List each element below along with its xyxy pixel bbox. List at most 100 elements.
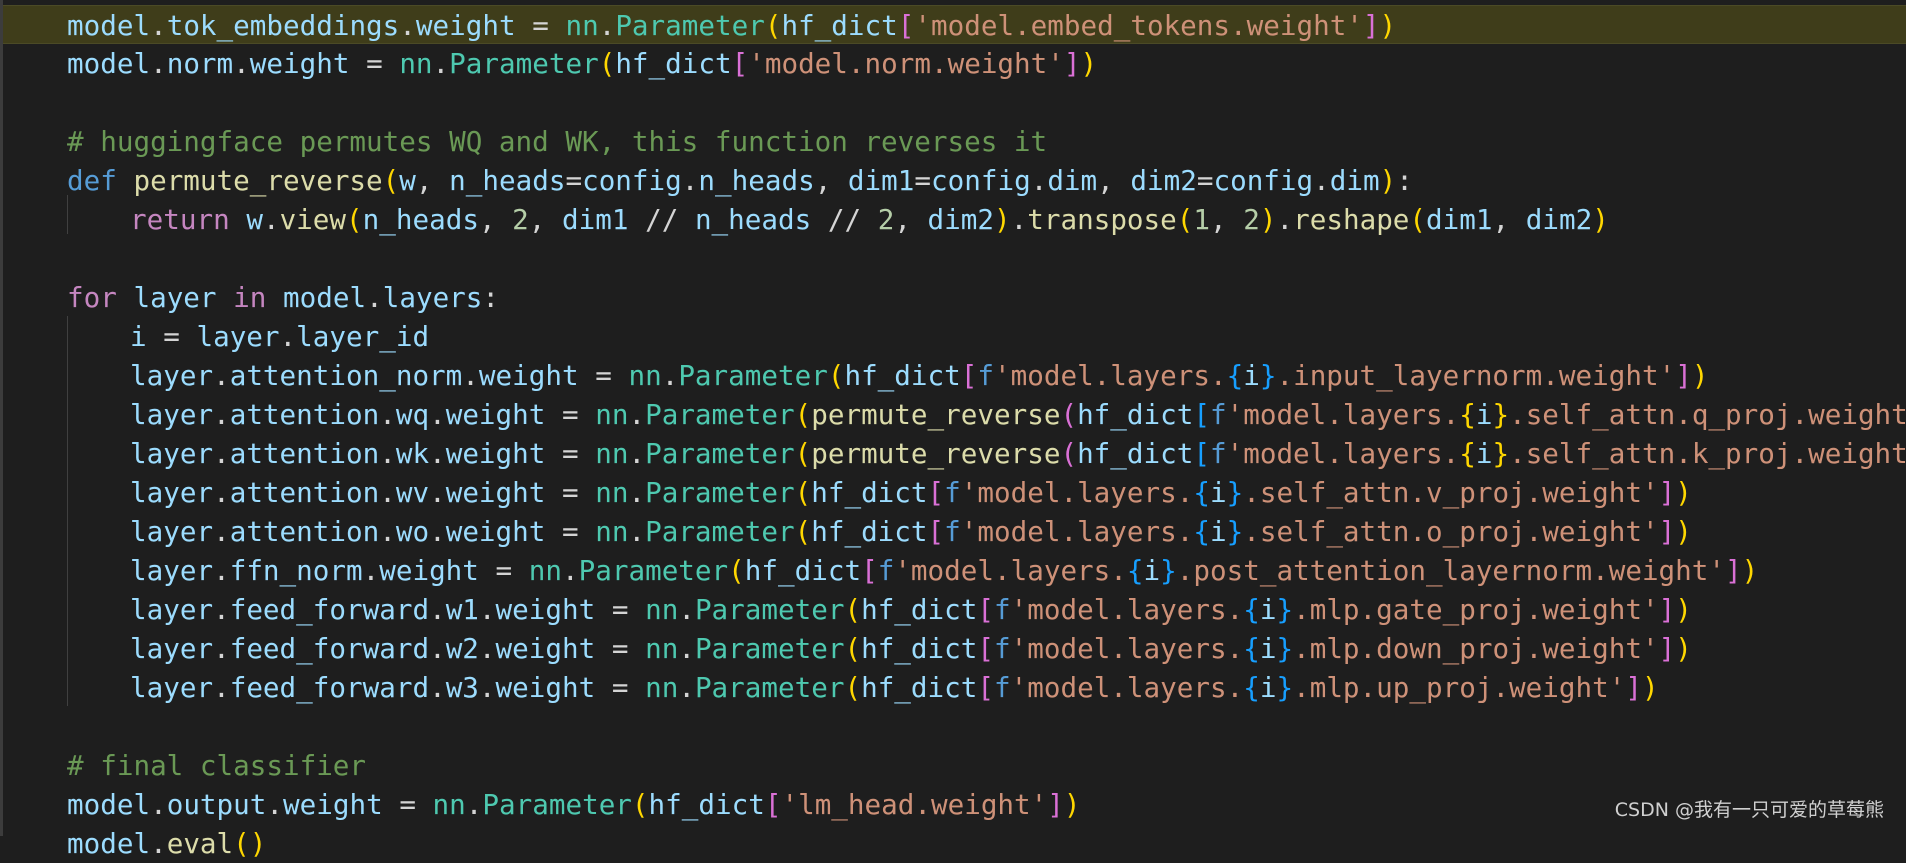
code-token: . <box>379 437 396 470</box>
code-token: = <box>382 788 433 821</box>
code-token: attention <box>229 437 380 470</box>
code-token: wq <box>395 398 430 431</box>
code-line[interactable]: model.norm.weight = nn.Parameter(hf_dict… <box>3 44 1906 83</box>
code-token: in <box>233 281 267 314</box>
code-token: , <box>1210 203 1244 236</box>
code-token: permute_reverse <box>133 164 383 197</box>
code-line[interactable]: i = layer.layer_id <box>3 317 1906 356</box>
code-token: = <box>595 632 646 665</box>
code-token: .input_layernorm.weight' <box>1276 359 1676 392</box>
code-token: . <box>465 788 483 821</box>
code-token: . <box>628 437 646 470</box>
code-line[interactable]: layer.attention.wk.weight = nn.Parameter… <box>3 434 1906 473</box>
code-token: Parameter <box>615 9 765 42</box>
code-token: ( <box>1176 203 1194 236</box>
code-token: . <box>213 476 230 509</box>
code-token: dim1 <box>1426 203 1493 236</box>
code-token: attention <box>229 515 380 548</box>
code-token: { <box>1243 671 1260 704</box>
code-token: 'lm_head.weight' <box>781 788 1048 821</box>
code-token: ( <box>346 203 363 236</box>
code-token: f <box>994 632 1011 665</box>
code-line[interactable] <box>3 707 1906 746</box>
code-token: } <box>1226 515 1244 548</box>
code-editor[interactable]: model.tok_embeddings.weight = nn.Paramet… <box>0 0 1906 860</box>
code-token: nn <box>595 476 629 509</box>
code-token: [ <box>977 632 994 665</box>
code-line[interactable]: layer.ffn_norm.weight = nn.Parameter(hf_… <box>3 551 1906 590</box>
code-line[interactable]: # final classifier <box>3 746 1906 785</box>
code-token: f <box>944 476 961 509</box>
code-line[interactable]: layer.attention.wv.weight = nn.Parameter… <box>3 473 1906 512</box>
code-token: view <box>279 203 347 236</box>
code-token: model <box>67 47 151 80</box>
code-token: hf_dict <box>781 9 898 42</box>
code-token: ( <box>1409 203 1427 236</box>
code-token: . <box>150 827 167 860</box>
code-token: ) <box>1641 671 1659 704</box>
code-token: Parameter <box>482 788 632 821</box>
code-line[interactable]: layer.attention.wo.weight = nn.Parameter… <box>3 512 1906 551</box>
code-token: { <box>1226 359 1244 392</box>
code-token: . <box>628 476 646 509</box>
code-token: ( <box>382 164 400 197</box>
code-token: ( <box>728 554 745 587</box>
code-line[interactable]: # huggingface permutes WQ and WK, this f… <box>3 122 1906 161</box>
code-text: i = layer.layer_id <box>130 317 429 356</box>
code-text: layer.feed_forward.w2.weight = nn.Parame… <box>130 629 1692 668</box>
code-token: // <box>811 203 878 236</box>
code-token: ) <box>1675 593 1692 626</box>
code-token: = <box>578 359 629 392</box>
code-token: 2 <box>877 203 895 236</box>
code-token: . <box>233 47 250 80</box>
code-token: . <box>628 398 646 431</box>
code-token: . <box>429 398 446 431</box>
code-line[interactable]: for layer in model.layers: <box>3 278 1906 317</box>
code-token: ] <box>1658 515 1676 548</box>
code-line[interactable]: layer.feed_forward.w1.weight = nn.Parame… <box>3 590 1906 629</box>
code-line[interactable]: layer.feed_forward.w2.weight = nn.Parame… <box>3 629 1906 668</box>
code-token: n_heads <box>694 203 812 236</box>
code-token: } <box>1276 593 1294 626</box>
code-token: . <box>362 554 380 587</box>
code-token: , <box>894 203 928 236</box>
code-token: . <box>429 476 446 509</box>
code-token: . <box>379 476 396 509</box>
code-token: ) <box>1691 359 1709 392</box>
code-line[interactable]: model.eval() <box>3 824 1906 863</box>
code-token: nn <box>565 9 599 42</box>
code-line[interactable]: layer.feed_forward.w3.weight = nn.Parame… <box>3 668 1906 707</box>
code-token: [ <box>861 554 878 587</box>
code-line[interactable]: layer.attention.wq.weight = nn.Parameter… <box>3 395 1906 434</box>
code-token: , <box>528 203 563 236</box>
code-token: attention <box>229 398 380 431</box>
code-token: . <box>681 164 699 197</box>
code-token: ] <box>1675 359 1692 392</box>
code-line[interactable]: def permute_reverse(w, n_heads=config.n_… <box>3 161 1906 200</box>
code-line[interactable] <box>3 239 1906 278</box>
code-token: } <box>1160 554 1177 587</box>
code-token: 2 <box>512 203 529 236</box>
code-token: . <box>279 320 297 353</box>
code-line[interactable]: layer.attention_norm.weight = nn.Paramet… <box>3 356 1906 395</box>
code-token: transpose <box>1027 203 1177 236</box>
code-token: 'model.layers. <box>960 476 1194 509</box>
code-token: # huggingface permutes WQ and WK, this f… <box>67 125 1048 158</box>
code-text: model.eval() <box>67 824 266 863</box>
code-token: . <box>213 671 230 704</box>
code-line-current[interactable]: model.tok_embeddings.weight = nn.Paramet… <box>3 5 1906 44</box>
code-token: . <box>429 671 446 704</box>
code-token: hf_dict <box>1077 398 1194 431</box>
code-token: = <box>146 320 197 353</box>
code-token: ( <box>794 398 812 431</box>
code-text: # final classifier <box>67 746 366 785</box>
code-token: hf_dict <box>861 671 978 704</box>
code-token: Parameter <box>578 554 729 587</box>
code-token: layer <box>133 281 217 314</box>
code-token: . <box>1030 164 1048 197</box>
code-token: . <box>213 593 230 626</box>
code-line[interactable]: return w.view(n_heads, 2, dim1 // n_head… <box>3 200 1906 239</box>
code-token: .mlp.down_proj.weight' <box>1293 632 1659 665</box>
code-line[interactable] <box>3 83 1906 122</box>
code-token: dim2 <box>1525 203 1593 236</box>
